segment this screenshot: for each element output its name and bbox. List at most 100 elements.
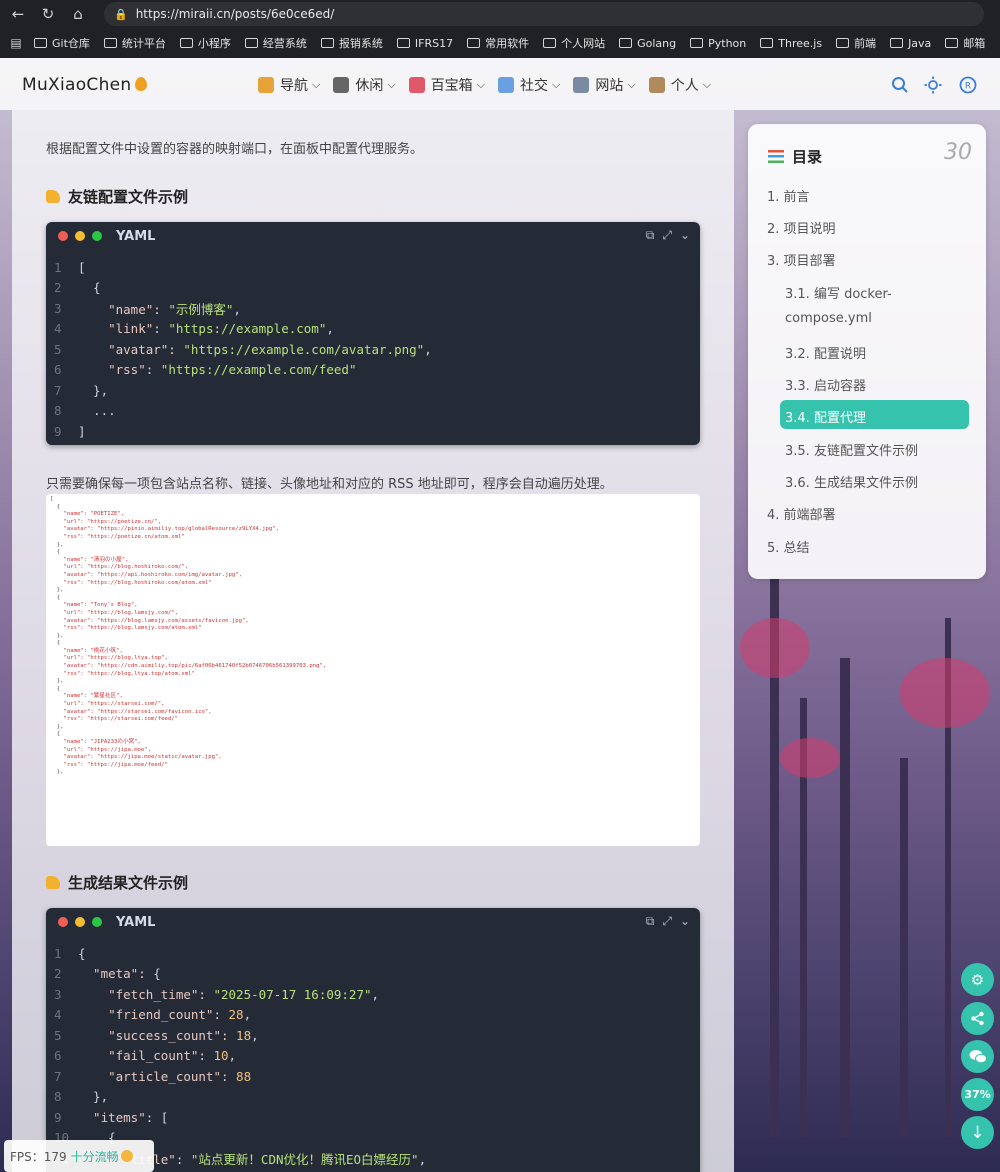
scroll-down-button[interactable]: ↓ [961, 1116, 994, 1149]
comment-button[interactable] [961, 1040, 994, 1073]
theme-toggle-icon[interactable] [923, 75, 943, 95]
chevron-down-icon: ⌵ [387, 78, 396, 91]
browser-toolbar: ← ↻ ⌂ 🔒 https://miraii.cn/posts/6e0ce6ed… [0, 0, 1000, 28]
bookmark-item[interactable]: Java [890, 37, 931, 50]
line-number: 8 [54, 403, 62, 419]
share-button[interactable] [961, 1002, 994, 1035]
site-logo[interactable]: MuXiaoChen [22, 75, 147, 95]
code-token: }, [78, 382, 109, 398]
nav-menu-item[interactable]: 导航 ⌵ [258, 75, 320, 95]
code-token: { [153, 966, 161, 982]
reading-progress-button[interactable]: 37% [961, 1078, 994, 1111]
address-bar[interactable]: 🔒 https://miraii.cn/posts/6e0ce6ed/ [104, 2, 984, 26]
toc-item[interactable]: compose.yml [785, 311, 872, 326]
toc-title: 目录 [768, 146, 822, 167]
bookmarks-icon[interactable]: ▤ [4, 31, 28, 55]
code-line: 2 { [46, 278, 700, 299]
screenshot-text-line: { [50, 640, 61, 647]
toc-count: 30 [944, 140, 972, 165]
bookmark-item[interactable]: Golang [619, 37, 676, 50]
screenshot-text-line: { [50, 685, 61, 692]
expand-icon[interactable]: ⤢ [662, 228, 672, 243]
copy-icon[interactable]: ⧉ [646, 914, 655, 929]
code-content: 1{2 "meta": {3 "fetch_time": "2025-07-17… [46, 936, 700, 1169]
toc-item-active[interactable]: 3.4. 配置代理 [785, 407, 866, 426]
heading-text: 生成结果文件示例 [68, 874, 189, 892]
screenshot-text-line: }, [50, 769, 64, 776]
screenshot-text-line: "avatar": "https://blog.lamsjy.com/asset… [50, 617, 249, 624]
home-icon[interactable]: ⌂ [66, 2, 90, 26]
search-icon[interactable] [890, 75, 910, 95]
bookmark-item[interactable]: Three.js [760, 37, 822, 50]
bookmark-item[interactable]: 经营系统 [244, 35, 307, 51]
heading-text: 友链配置文件示例 [68, 188, 189, 206]
bookmark-item[interactable]: IFRS17 [396, 36, 454, 50]
bookmark-item[interactable]: 统计平台 [103, 35, 166, 51]
toc-item[interactable]: 2. 项目说明 [767, 218, 836, 237]
bookmark-item[interactable]: Python [690, 37, 746, 50]
nav-menu-item[interactable]: 网站 ⌵ [573, 75, 636, 95]
bookmark-label: 小程序 [197, 37, 231, 50]
code-text: "rss": "https://example.com/feed" [78, 362, 356, 377]
site-header: MuXiaoChen 导航 ⌵ 休闲 ⌵ 百宝箱 ⌵ 社交 ⌵ 网站 ⌵ 个人 ⌵ R [0, 58, 1000, 110]
code-header: YAML ⧉ ⤢ ⌄ [46, 908, 700, 936]
chevron-down-icon: ⌵ [476, 78, 486, 91]
code-text: }, [78, 383, 108, 398]
reload-icon[interactable]: ↻ [36, 2, 60, 26]
code-token: , [251, 1027, 259, 1043]
red-dot-icon [58, 231, 68, 241]
menu-emoji-icon [573, 77, 590, 93]
bookmark-item[interactable]: 个人网站 [543, 35, 605, 51]
code-token: "示例博客" [168, 301, 234, 317]
screenshot-text-line: "rss": "https://blog.hoshiroko.com/atom.… [50, 579, 212, 586]
back-icon[interactable]: ← [6, 2, 30, 26]
code-text: "fetch_time": "2025-07-17 16:09:27", [78, 987, 379, 1002]
chevron-down-icon[interactable]: ⌄ [680, 914, 690, 929]
toc-item[interactable]: 3.6. 生成结果文件示例 [785, 472, 918, 491]
toc-item[interactable]: 5. 总结 [767, 537, 810, 556]
toc-item[interactable]: 3.2. 配置说明 [785, 343, 866, 362]
menu-emoji-icon [498, 77, 515, 93]
code-token: "friend_count": [78, 1007, 229, 1023]
bookmark-label: Python [708, 36, 747, 50]
chevron-down-icon[interactable]: ⌄ [680, 228, 690, 243]
bookmark-item[interactable]: 前端 [836, 35, 876, 51]
pointing-hand-icon [46, 190, 60, 203]
bookmark-label: IFRS17 [414, 36, 454, 50]
toc-item[interactable]: 3.3. 启动容器 [785, 375, 866, 394]
copy-icon[interactable]: ⧉ [646, 228, 655, 243]
toc-item[interactable]: 1. 前言 [767, 186, 810, 205]
code-token: "success_count": [78, 1027, 237, 1043]
settings-gear-button[interactable]: ⚙ [961, 963, 994, 996]
code-text: ... [78, 403, 116, 418]
line-number: 8 [54, 1089, 62, 1105]
bookmark-item[interactable]: 报销系统 [320, 35, 383, 51]
note-paragraph: 只需要确保每一项包含站点名称、链接、头像地址和对应的 RSS 地址即可，程序会自… [46, 477, 613, 492]
code-token: "items": [78, 1109, 161, 1125]
code-token: "https://example.com" [168, 321, 327, 337]
bookmark-item[interactable]: 小程序 [179, 35, 231, 51]
toc-item[interactable]: 3.1. 编写 docker- [785, 283, 892, 302]
code-text: [ [78, 260, 86, 275]
bookmark-item[interactable]: Git仓库 [34, 35, 90, 51]
line-number: 7 [54, 382, 62, 398]
nav-menu-item[interactable]: 个人 ⌵ [648, 75, 711, 95]
toc-item[interactable]: 3.5. 友链配置文件示例 [785, 440, 918, 459]
folder-icon [244, 38, 258, 48]
code-block-result-file: YAML ⧉ ⤢ ⌄ 1{2 "meta": {3 "fetch_time": … [46, 908, 700, 1172]
nav-menu-item[interactable]: 社交 ⌵ [498, 75, 560, 95]
code-token: , [326, 321, 334, 337]
toc-item[interactable]: 4. 前端部署 [767, 504, 836, 523]
user-center-icon[interactable]: R [958, 75, 978, 95]
screenshot-text-line: "url": "https://blog.hoshiroko.com/", [50, 564, 189, 571]
screenshot-text-line: "rss": "https://poetize.cn/atom.xml" [50, 533, 185, 540]
nav-menu-item[interactable]: 休闲 ⌵ [333, 75, 396, 95]
line-number: 5 [54, 341, 62, 357]
bookmark-item[interactable]: 邮箱 [945, 35, 985, 51]
code-line: 7 "article_count": 88 [46, 1066, 700, 1087]
nav-menu-item[interactable]: 百宝箱 ⌵ [408, 75, 486, 95]
code-token: "name": [78, 301, 169, 317]
toc-item[interactable]: 3. 项目部署 [767, 250, 836, 269]
bookmark-item[interactable]: 常用软件 [467, 35, 529, 51]
expand-icon[interactable]: ⤢ [662, 914, 672, 929]
